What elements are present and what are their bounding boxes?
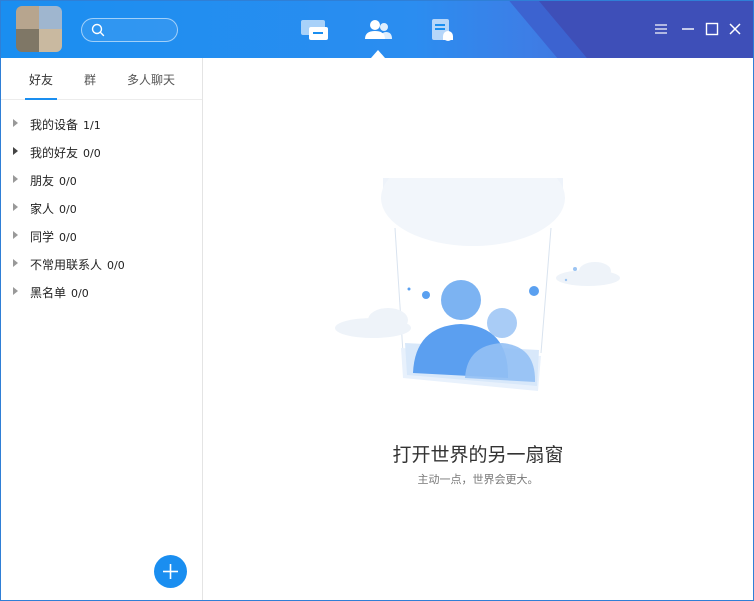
group-name: 黑名单 xyxy=(30,286,67,300)
group-name: 我的好友 xyxy=(30,146,79,160)
menu-icon[interactable] xyxy=(653,21,669,37)
friend-group-row[interactable]: 不常用联系人 0/0 xyxy=(1,252,201,280)
friend-group-row[interactable]: 黑名单 0/0 xyxy=(1,280,201,308)
document-icon[interactable] xyxy=(429,17,459,43)
friend-group-row[interactable]: 我的好友 0/0 xyxy=(1,140,201,168)
maximize-icon[interactable] xyxy=(704,21,720,37)
contacts-icon[interactable] xyxy=(363,17,393,43)
empty-state-title: 打开世界的另一扇窗 xyxy=(392,444,564,466)
group-count: 1/1 xyxy=(83,119,101,132)
group-count: 0/0 xyxy=(59,231,77,244)
friend-group-row[interactable]: 家人 0/0 xyxy=(1,196,201,224)
group-count: 0/0 xyxy=(59,203,77,216)
search-icon xyxy=(91,23,105,37)
caret-right-icon xyxy=(13,119,18,127)
group-count: 0/0 xyxy=(59,175,77,188)
friend-group-list: 我的设备 1/1 我的好友 0/0 朋友 0/0 家人 0/0 同学 0/0 不常用联系人… xyxy=(1,112,201,308)
caret-right-icon xyxy=(13,203,18,211)
app-window: 好友 群 多人聊天 我的设备 1/1 我的好友 0/0 朋友 0/0 家人 0/0 xyxy=(0,0,754,601)
contact-tabs: 好友 群 多人聊天 xyxy=(1,58,202,100)
main-panel: 打开世界的另一扇窗 主动一点，世界会更大。 xyxy=(203,58,753,600)
group-name: 同学 xyxy=(30,230,55,244)
group-count: 0/0 xyxy=(107,259,125,272)
friend-group-row[interactable]: 我的设备 1/1 xyxy=(1,112,201,140)
group-name: 朋友 xyxy=(30,174,55,188)
caret-right-icon xyxy=(13,287,18,295)
group-name: 不常用联系人 xyxy=(30,258,103,272)
friend-group-row[interactable]: 朋友 0/0 xyxy=(1,168,201,196)
search-input[interactable] xyxy=(81,18,178,42)
close-icon[interactable] xyxy=(727,21,743,37)
caret-right-icon xyxy=(13,231,18,239)
friend-group-row[interactable]: 同学 0/0 xyxy=(1,224,201,252)
empty-state-subtitle: 主动一点，世界会更大。 xyxy=(417,473,539,486)
contacts-sidebar: 好友 群 多人聊天 我的设备 1/1 我的好友 0/0 朋友 0/0 家人 0/0 xyxy=(1,58,203,600)
tab-groups[interactable]: 群 xyxy=(84,71,96,88)
tab-friends[interactable]: 好友 xyxy=(29,71,53,88)
caret-right-icon xyxy=(13,147,18,155)
caret-right-icon xyxy=(13,175,18,183)
group-count: 0/0 xyxy=(71,287,89,300)
title-bar xyxy=(1,1,753,58)
group-name: 我的设备 xyxy=(30,118,79,132)
caret-right-icon xyxy=(13,259,18,267)
plus-icon xyxy=(163,564,178,579)
group-name: 家人 xyxy=(30,202,55,216)
active-tab-indicator xyxy=(371,50,385,58)
chat-bubble-icon[interactable] xyxy=(300,17,330,43)
add-contact-button[interactable] xyxy=(154,555,187,588)
group-count: 0/0 xyxy=(83,147,101,160)
tab-multi-chat[interactable]: 多人聊天 xyxy=(127,71,175,88)
avatar[interactable] xyxy=(16,6,62,52)
hot-air-balloon-illustration xyxy=(335,178,620,391)
minimize-icon[interactable] xyxy=(680,21,696,37)
active-tab-underline xyxy=(25,98,57,100)
